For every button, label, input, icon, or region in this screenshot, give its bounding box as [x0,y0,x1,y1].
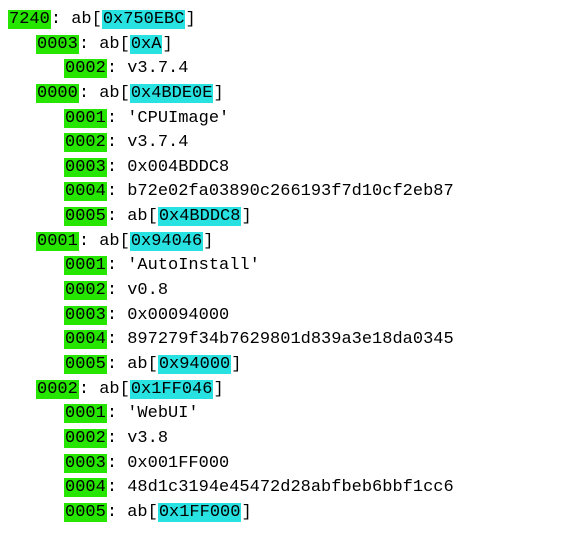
group-addr: 0x4BDE0E [130,84,214,103]
child-value: : 0x00094000 [107,306,229,325]
child-addr: 0x4BDDC8 [158,207,242,226]
group-key: 0001 [36,232,79,251]
group-key: 0002 [36,380,79,399]
child-key: 0004 [64,478,107,497]
child-close: ] [241,503,251,522]
tree-child-row: 0005: ab[0x94000] [8,353,572,378]
child-value: : v3.7.4 [107,133,189,152]
tree-child-row: 0002: v3.8 [8,427,572,452]
child-close: ] [241,207,251,226]
group-header: 0001: ab[0x94046] [8,230,572,255]
tree-child-row: 0002: v0.8 [8,279,572,304]
child-addr: 0x1FF000 [158,503,242,522]
child-addr: 0x94000 [158,355,231,374]
tree-child-row: 0002: v3.7.4 [8,131,572,156]
child-suffix: : ab[ [107,355,158,374]
group-close: ] [213,84,223,103]
child-suffix: : ab[ [107,503,158,522]
tree-child-row: 0001: 'AutoInstall' [8,254,572,279]
child-value: : 897279f34b7629801d839a3e18da0345 [107,330,454,349]
group-suffix: : ab[ [79,35,130,54]
group-addr: 0x1FF046 [130,380,214,399]
group-close: ] [213,380,223,399]
child-value: : v0.8 [107,281,168,300]
child-value: : 0x004BDDC8 [107,158,229,177]
child-key: 0005 [64,355,107,374]
child-value: : 'AutoInstall' [107,256,260,275]
group-key: 0003 [36,35,79,54]
child-suffix: : ab[ [107,207,158,226]
group-addr: 0xA [130,35,163,54]
group-close: ] [203,232,213,251]
child-value: : 48d1c3194e45472d28abfbeb6bbf1cc6 [107,478,454,497]
tree-child-row: 0005: ab[0x1FF000] [8,501,572,526]
child-key: 0005 [64,503,107,522]
root-key: 7240 [8,10,51,29]
tree-root-row: 7240: ab[0x750EBC] [8,8,572,33]
child-value: : v3.8 [107,429,168,448]
child-key: 0003 [64,454,107,473]
root-suffix: : ab[ [51,10,102,29]
tree-child-row: 0003: 0x00094000 [8,304,572,329]
child-value: : b72e02fa03890c266193f7d10cf2eb87 [107,182,454,201]
tree-child-row: 0003: 0x004BDDC8 [8,156,572,181]
child-key: 0001 [64,109,107,128]
child-value: : 0x001FF000 [107,454,229,473]
child-value: : v3.7.4 [107,59,189,78]
child-key: 0003 [64,306,107,325]
tree-child-row: 0002: v3.7.4 [8,57,572,82]
group-close: ] [162,35,172,54]
tree-child-row: 0003: 0x001FF000 [8,452,572,477]
tree-child-row: 0001: 'CPUImage' [8,107,572,132]
tree-child-row: 0005: ab[0x4BDDC8] [8,205,572,230]
root-addr: 0x750EBC [102,10,186,29]
tree-child-row: 0004: b72e02fa03890c266193f7d10cf2eb87 [8,180,572,205]
child-key: 0002 [64,133,107,152]
group-suffix: : ab[ [79,84,130,103]
group-suffix: : ab[ [79,380,130,399]
child-value: : 'WebUI' [107,404,199,423]
tree-child-row: 0004: 48d1c3194e45472d28abfbeb6bbf1cc6 [8,476,572,501]
group-key: 0000 [36,84,79,103]
child-key: 0002 [64,429,107,448]
child-key: 0004 [64,330,107,349]
group-suffix: : ab[ [79,232,130,251]
child-key: 0005 [64,207,107,226]
group-header: 0002: ab[0x1FF046] [8,378,572,403]
child-value: : 'CPUImage' [107,109,229,128]
child-key: 0003 [64,158,107,177]
child-key: 0002 [64,281,107,300]
root-close: ] [185,10,195,29]
tree-child-row: 0001: 'WebUI' [8,402,572,427]
group-addr: 0x94046 [130,232,203,251]
child-key: 0001 [64,256,107,275]
group-header: 0003: ab[0xA] [8,33,572,58]
child-close: ] [231,355,241,374]
group-header: 0000: ab[0x4BDE0E] [8,82,572,107]
child-key: 0004 [64,182,107,201]
tree-child-row: 0004: 897279f34b7629801d839a3e18da0345 [8,328,572,353]
child-key: 0002 [64,59,107,78]
child-key: 0001 [64,404,107,423]
